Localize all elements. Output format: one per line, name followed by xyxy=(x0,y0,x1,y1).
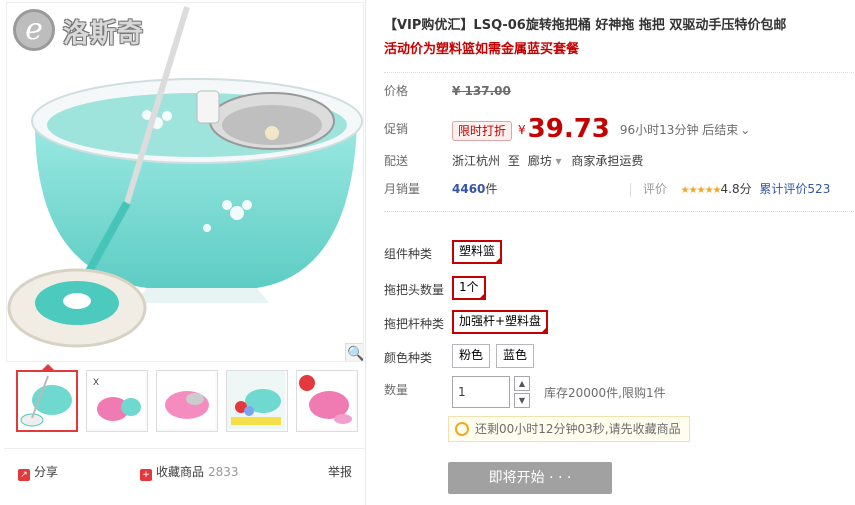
countdown-text: 96小时13分钟 后结束 xyxy=(619,123,739,137)
currency-symbol: ¥ xyxy=(518,123,526,137)
logo-text: 洛斯奇 xyxy=(63,19,145,49)
thumbnail-strip: X xyxy=(12,364,364,438)
report-link[interactable]: 举报 xyxy=(328,464,352,480)
sku-option-blue[interactable]: 蓝色 xyxy=(496,344,535,368)
sales-value: 4460件 xyxy=(452,177,497,201)
share-icon: ↗ xyxy=(18,469,30,481)
shipping-fee: 商家承担运费 xyxy=(571,154,644,168)
logo-mark: e xyxy=(13,9,55,51)
mop-bucket-illustration xyxy=(7,6,363,348)
product-title: 【VIP购优汇】LSQ-06旋转拖把桶 好神拖 拖把 双驱动手压特价包邮 xyxy=(384,18,787,33)
favorite-icon: + xyxy=(140,469,152,481)
ship-to: 廊坊 xyxy=(527,154,552,168)
thumbnail-3[interactable] xyxy=(156,370,218,432)
promo-label: 促销 xyxy=(384,122,409,136)
thumbnail-1[interactable] xyxy=(16,370,78,432)
thumbnail-image xyxy=(227,371,285,429)
promo-price: 39.73 xyxy=(527,114,610,144)
gallery-footer: ↗ 分享 + 收藏商品 2833 举报 xyxy=(4,448,366,498)
sku-row-component: 组件种类 塑料篮 xyxy=(384,240,854,268)
sales-unit: 件 xyxy=(485,182,498,196)
sku-option-plastic-basket[interactable]: 塑料篮 xyxy=(452,240,503,264)
main-product-image[interactable]: e 洛斯奇 🔍 xyxy=(6,2,364,362)
svg-text:X: X xyxy=(93,377,99,387)
quantity-row: 数量 1 ▲ ▼ 库存20000件,限购1件 xyxy=(384,376,854,410)
promo-tag: 限时打折 xyxy=(452,120,513,141)
rating-score: 4.8分 xyxy=(720,182,752,196)
thumbnail-image xyxy=(157,371,215,429)
share-label: 分享 xyxy=(34,465,59,479)
ship-to-select[interactable]: 廊坊 ▾ xyxy=(528,154,562,168)
sku-row-pole-type: 拖把杆种类 加强杆+塑料盘 xyxy=(384,310,854,338)
sku-label: 拖把头数量 xyxy=(384,283,445,297)
favorite-count: 2833 xyxy=(208,465,239,479)
thumbnail-2[interactable]: X xyxy=(86,370,148,432)
quantity-decrease-button[interactable]: ▼ xyxy=(514,393,530,408)
sku-option-pink[interactable]: 粉色 xyxy=(452,344,491,368)
ship-to-word: 至 xyxy=(507,154,520,168)
active-thumbnail-indicator xyxy=(42,364,54,370)
sales-count: 4460 xyxy=(452,182,486,196)
tip-text: 还剩00小时12分钟03秒,请先收藏商品 xyxy=(475,422,681,436)
caret-down-icon: ▾ xyxy=(555,154,562,168)
coming-soon-button[interactable]: 即将开始 · · · xyxy=(448,462,612,494)
rating-label: 评价 xyxy=(642,182,667,196)
sku-option-one[interactable]: 1个 xyxy=(452,276,486,300)
quantity-input[interactable]: 1 xyxy=(452,376,510,408)
promo-value: 限时打折 ¥39.73 96小时13分钟 后结束 ⌄ xyxy=(452,113,750,146)
product-subtitle: 活动价为塑料篮如需金属蓝买套餐 xyxy=(384,42,580,57)
product-gallery: e 洛斯奇 🔍 X ↗ 分享 + 收藏商品 2833 举报 xyxy=(4,0,366,505)
favorite-button[interactable]: + 收藏商品 2833 xyxy=(140,464,239,481)
price-meta: 价格 ¥ 137.00 促销 限时打折 ¥39.73 96小时13分钟 后结束 ⌄ 配… xyxy=(384,72,854,212)
sales-row: 月销量 4460件 评价 ★★★★★4.8分 累计评价523 xyxy=(384,177,854,201)
sales-label: 月销量 xyxy=(384,182,421,196)
shipping-value: 浙江杭州 至 廊坊 ▾ 商家承担运费 xyxy=(452,149,643,173)
rating-block: 评价 ★★★★★4.8分 累计评价523 xyxy=(630,177,830,203)
share-button[interactable]: ↗ 分享 xyxy=(18,464,58,481)
thumbnail-image: X xyxy=(87,371,145,429)
thumbnail-image xyxy=(18,372,76,430)
thumbnail-image xyxy=(297,371,355,429)
thumbnail-5[interactable] xyxy=(296,370,358,432)
sku-row-mop-head-count: 拖把头数量 1个 xyxy=(384,276,854,304)
shipping-label: 配送 xyxy=(384,154,409,168)
price-label: 价格 xyxy=(384,84,409,98)
divider xyxy=(630,182,631,197)
favorite-label: 收藏商品 xyxy=(156,465,205,479)
ship-from: 浙江杭州 xyxy=(452,154,501,168)
thumbnail-4[interactable] xyxy=(226,370,288,432)
sku-label: 组件种类 xyxy=(384,247,433,261)
star-rating-icon: ★★★★★ xyxy=(680,185,722,196)
reminder-tip: 还剩00小时12分钟03秒,请先收藏商品 xyxy=(448,416,690,442)
sku-option-reinforced-pole[interactable]: 加强杆+塑料盘 xyxy=(452,310,549,334)
quantity-label: 数量 xyxy=(384,383,409,397)
product-info: 【VIP购优汇】LSQ-06旋转拖把桶 好神拖 拖把 双驱动手压特价包邮 活动价… xyxy=(384,0,854,505)
original-price: ¥ 137.00 xyxy=(452,84,511,98)
zoom-icon[interactable]: 🔍 xyxy=(345,343,363,361)
reviews-link[interactable]: 累计评价523 xyxy=(759,182,830,196)
sku-row-color: 颜色种类 粉色 蓝色 xyxy=(384,344,854,372)
quantity-increase-button[interactable]: ▲ xyxy=(514,376,530,391)
lightbulb-icon xyxy=(455,422,469,436)
chevron-down-icon[interactable]: ⌄ xyxy=(740,123,750,137)
stock-text: 库存20000件,限购1件 xyxy=(544,386,666,400)
sku-label: 拖把杆种类 xyxy=(384,317,445,331)
brand-logo: e 洛斯奇 xyxy=(11,7,167,55)
sku-label: 颜色种类 xyxy=(384,351,433,365)
